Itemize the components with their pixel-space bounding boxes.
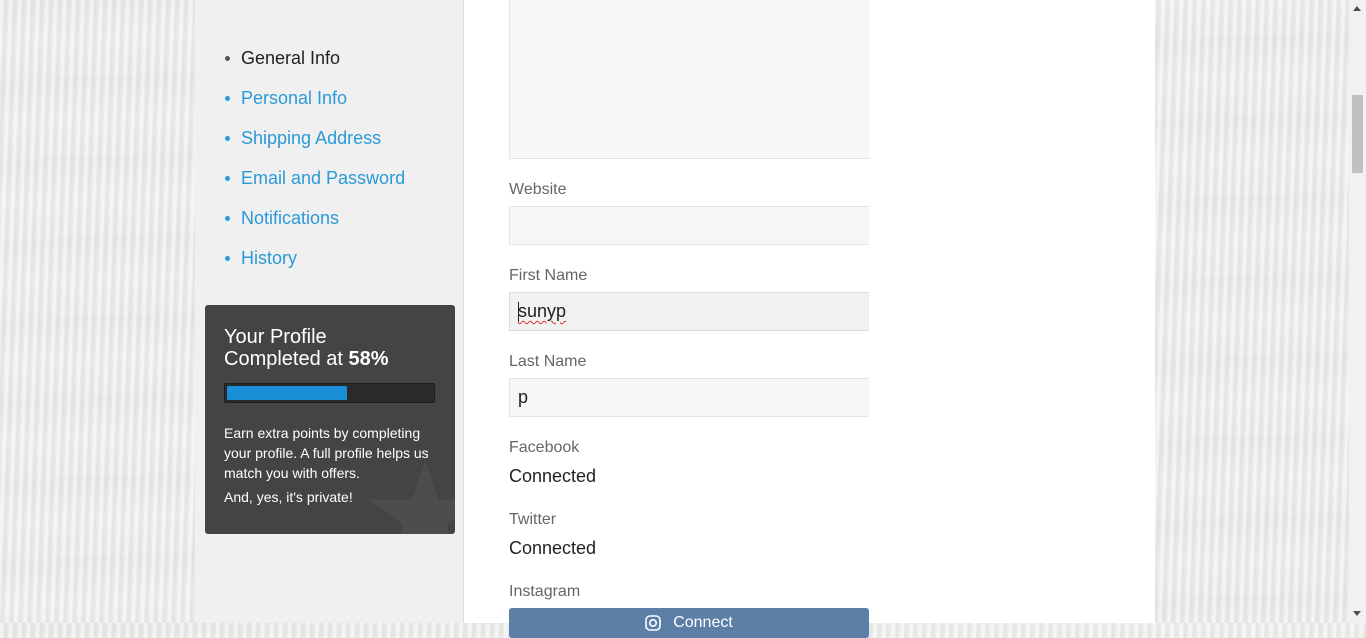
scrollbar-thumb[interactable] [1352,95,1363,173]
profile-nav: General Info Personal Info Shipping Addr… [225,38,405,278]
first-name-input[interactable]: sunyp [509,292,869,331]
bullet-icon [225,135,230,141]
nav-item-personal-info[interactable]: Personal Info [225,78,405,118]
nav-link-shipping-address[interactable]: Shipping Address [241,128,381,149]
instagram-connect-button[interactable]: Connect [509,608,869,638]
instagram-connect-label: Connect [673,614,733,631]
completion-percent: 58% [348,348,389,370]
main-content: Website First Name sunyp Last Name p Fac… [464,0,1155,638]
title-line-1: Your Profile [224,326,327,348]
sidebar: General Info Personal Info Shipping Addr… [195,0,464,623]
bullet-icon [225,55,230,61]
instagram-icon [645,615,662,631]
first-name-value: sunyp [518,301,567,321]
nav-link-personal-info[interactable]: Personal Info [241,88,347,109]
twitter-label: Twitter [509,511,557,528]
background-texture-left [0,0,195,623]
nav-link-history[interactable]: History [241,248,297,269]
facebook-label: Facebook [509,439,580,456]
profile-completion-card: Your Profile Completed at 58% Earn extra… [205,305,455,534]
scroll-down-arrow-icon[interactable] [1353,611,1361,616]
nav-link-email-password[interactable]: Email and Password [241,168,405,189]
nav-link-notifications[interactable]: Notifications [241,208,339,229]
website-label: Website [509,181,567,198]
background-texture-right [1155,0,1350,623]
bio-textarea[interactable] [509,0,869,159]
profile-card-description: Earn extra points by completing your pro… [224,425,429,481]
bullet-icon [225,95,230,101]
bullet-icon [225,255,230,261]
nav-item-label: General Info [241,47,341,68]
title-line-2: Completed at [224,348,349,370]
last-name-input[interactable]: p [509,378,869,417]
facebook-status: Connected [509,466,597,486]
twitter-status: Connected [509,538,597,558]
bullet-icon [225,215,230,221]
progress-bar [224,383,435,403]
progress-bar-fill [227,386,347,400]
nav-item-notifications[interactable]: Notifications [225,198,405,238]
profile-completion-title: Your Profile Completed at 58% [224,326,389,370]
first-name-label: First Name [509,267,588,284]
nav-item-general-info: General Info [225,38,405,78]
nav-item-shipping-address[interactable]: Shipping Address [225,118,405,158]
privacy-note: And, yes, it's private! [224,489,353,505]
last-name-label: Last Name [509,353,587,370]
bullet-icon [225,175,230,181]
instagram-label: Instagram [509,583,581,600]
nav-item-history[interactable]: History [225,238,405,278]
page-scrollbar[interactable] [1349,0,1366,623]
nav-item-email-password[interactable]: Email and Password [225,158,405,198]
website-input[interactable] [509,206,869,245]
scroll-up-arrow-icon[interactable] [1353,6,1361,11]
